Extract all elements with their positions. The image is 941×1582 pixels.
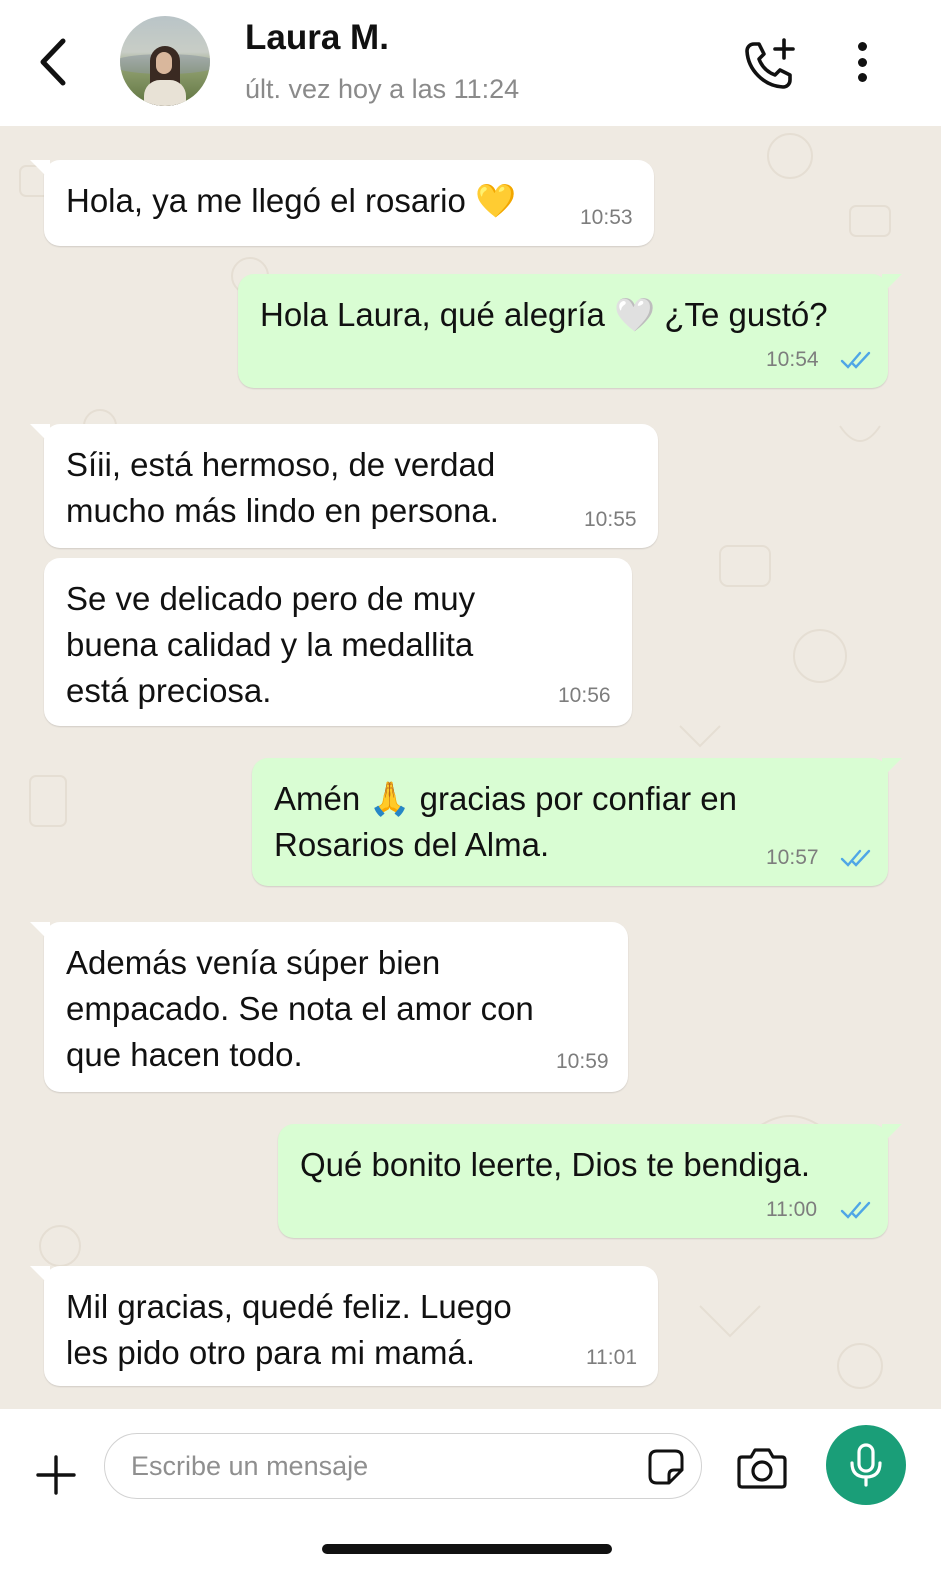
back-button[interactable] — [30, 34, 74, 90]
message-bubble-incoming[interactable]: Se ve delicado pero de muy buena calidad… — [44, 558, 632, 726]
more-vertical-icon — [857, 42, 867, 51]
double-check-read-icon — [840, 1201, 871, 1219]
message-text: Mil gracias, quedé feliz. Luego les pido… — [66, 1288, 512, 1371]
message-bubble-outgoing[interactable]: Hola Laura, qué alegría 🤍 ¿Te gustó? 10:… — [238, 274, 902, 388]
composer-bar — [0, 1409, 941, 1582]
add-call-button[interactable] — [740, 34, 800, 94]
message-bubble-incoming[interactable]: Mil gracias, quedé feliz. Luego les pido… — [30, 1266, 658, 1386]
message-time: 10:57 — [766, 846, 819, 869]
bubble-tail — [882, 274, 902, 294]
microphone-icon — [850, 1443, 882, 1487]
message-text: Hola, ya me llegó el rosario 💛 — [66, 182, 517, 219]
camera-icon — [737, 1448, 787, 1489]
message-text: Síii, está hermoso, de verdad mucho más … — [66, 446, 499, 529]
back-arrow-icon — [40, 38, 66, 86]
message-bubble-incoming[interactable]: Hola, ya me llegó el rosario 💛 10:53 — [30, 160, 654, 246]
message-time: 10:54 — [766, 348, 819, 371]
bubble-tail — [30, 424, 50, 444]
voice-message-button[interactable] — [826, 1425, 906, 1505]
message-text: Además venía súper bien empacado. Se not… — [66, 944, 534, 1073]
message-input[interactable] — [131, 1444, 631, 1488]
message-input-container — [104, 1433, 702, 1499]
chat-header: Laura M. últ. vez hoy a las 11:24 — [0, 0, 941, 126]
message-text: Qué bonito leerte, Dios te bendiga. — [300, 1146, 811, 1183]
bubble-tail — [30, 922, 50, 942]
add-call-icon — [745, 38, 795, 89]
message-bubble-outgoing[interactable]: Qué bonito leerte, Dios te bendiga. 11:0… — [278, 1124, 902, 1238]
message-time: 10:56 — [558, 684, 611, 707]
attach-button[interactable] — [34, 1453, 78, 1497]
chat-area[interactable]: Hola, ya me llegó el rosario 💛 10:53 Hol… — [0, 126, 941, 1409]
message-time: 11:01 — [586, 1346, 637, 1369]
contact-name[interactable]: Laura M. — [245, 18, 389, 58]
double-check-read-icon — [840, 849, 871, 867]
message-bubble-outgoing[interactable]: Amén 🙏 gracias por confiar en Rosarios d… — [252, 758, 902, 886]
last-seen-status: últ. vez hoy a las 11:24 — [245, 74, 520, 104]
message-text: Hola Laura, qué alegría 🤍 ¿Te gustó? — [260, 296, 828, 333]
message-time: 10:53 — [580, 206, 633, 229]
bubble-tail — [30, 160, 50, 180]
message-text: Se ve delicado pero de muy buena calidad… — [66, 580, 476, 709]
message-bubble-incoming[interactable]: Síii, está hermoso, de verdad mucho más … — [30, 424, 658, 548]
plus-icon — [36, 1455, 76, 1495]
bubble-tail — [882, 1124, 902, 1144]
double-check-read-icon — [840, 351, 871, 369]
message-time: 10:59 — [556, 1050, 609, 1073]
more-options-button[interactable] — [845, 36, 879, 88]
message-time: 11:00 — [766, 1198, 817, 1221]
bubble-tail — [30, 1266, 50, 1286]
sticker-icon — [648, 1449, 684, 1485]
camera-button[interactable] — [736, 1445, 788, 1491]
bubble-tail — [882, 758, 902, 778]
message-bubble-incoming[interactable]: Además venía súper bien empacado. Se not… — [30, 922, 628, 1092]
sticker-button[interactable] — [647, 1448, 685, 1486]
message-time: 10:55 — [584, 508, 637, 531]
message-text: Amén 🙏 gracias por confiar en Rosarios d… — [274, 780, 737, 863]
home-indicator[interactable] — [322, 1544, 612, 1554]
avatar[interactable] — [120, 16, 210, 106]
